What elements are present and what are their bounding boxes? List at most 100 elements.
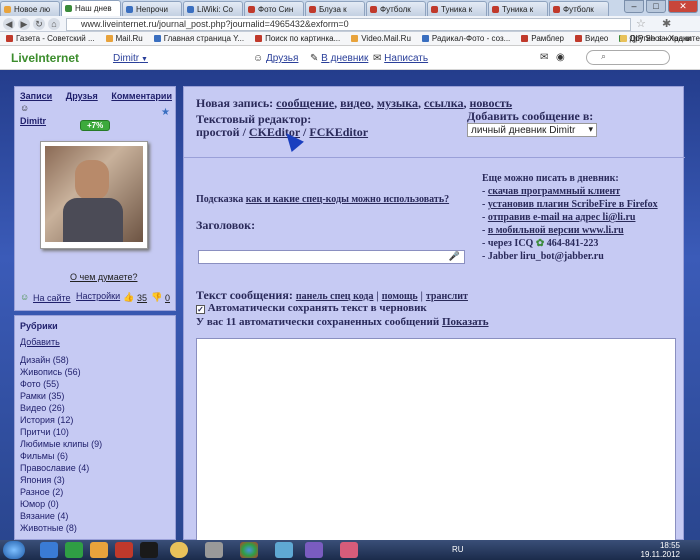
other-bookmarks[interactable]: Другие закладки	[614, 32, 696, 43]
eye-icon[interactable]: ◉	[556, 52, 565, 63]
rubric-item[interactable]: История (12)	[20, 414, 102, 426]
back-icon[interactable]: ◀	[3, 18, 15, 30]
mail-icon[interactable]: ✉	[540, 52, 548, 63]
clock[interactable]: 18:55 19.11.2012	[641, 541, 680, 559]
rubric-item[interactable]: Фильмы (6)	[20, 450, 102, 462]
bookmark-item[interactable]: Видео	[569, 32, 613, 45]
bookmark-item[interactable]: Video.Mail.Ru	[345, 32, 416, 45]
player-icon[interactable]	[115, 542, 133, 558]
autosave-checkbox[interactable]: ✓	[196, 305, 205, 314]
dislikes-count[interactable]: 0	[165, 293, 170, 303]
help-link[interactable]: помощь	[382, 291, 418, 302]
site-logo[interactable]: LiveInternet	[11, 51, 79, 65]
mail-agent-icon[interactable]	[275, 542, 293, 558]
rubric-item[interactable]: Притчи (10)	[20, 426, 102, 438]
media-icon[interactable]	[90, 542, 108, 558]
rubric-item[interactable]: Юмор (0)	[20, 498, 102, 510]
browser-tab[interactable]: Туника к	[427, 1, 487, 16]
browser-tab[interactable]: Наш днев	[61, 0, 121, 16]
reload-icon[interactable]: ↻	[33, 18, 45, 30]
start-button[interactable]	[3, 541, 25, 559]
rubric-item[interactable]: Рамки (35)	[20, 390, 102, 402]
type-message-link[interactable]: сообщение	[276, 96, 334, 110]
utorrent-icon[interactable]	[65, 542, 83, 558]
rubric-item[interactable]: Любимые клипы (9)	[20, 438, 102, 450]
minimize-button[interactable]: –	[624, 0, 644, 13]
thumbs-up-icon[interactable]: 👍	[123, 292, 134, 303]
friends-sidebar-link[interactable]: Друзья	[66, 91, 98, 101]
show-drafts-link[interactable]: Показать	[442, 316, 489, 328]
maximize-button[interactable]: □	[646, 0, 666, 13]
wrench-icon[interactable]: ✱	[662, 17, 671, 30]
posts-link[interactable]: Записи	[20, 91, 52, 101]
bookmark-item[interactable]: Радикал-Фото - соз...	[416, 32, 515, 45]
editor-fck-link[interactable]: FCKEditor	[309, 125, 368, 139]
browser-tab[interactable]: Блуза к	[305, 1, 365, 16]
diary-link[interactable]: ✎ В дневник	[310, 53, 368, 64]
alt-method-link[interactable]: в мобильной версии www.li.ru	[488, 225, 624, 236]
type-video-link[interactable]: видео	[340, 96, 371, 110]
thumbs-down-icon[interactable]: 👎	[151, 292, 162, 303]
bookmark-item[interactable]: Газета - Советский ...	[0, 32, 100, 45]
user-menu[interactable]: Dimitr	[113, 53, 148, 64]
browser-tab[interactable]: Футболк	[366, 1, 426, 16]
rubric-item[interactable]: Япония (3)	[20, 474, 102, 486]
bookmark-star-icon[interactable]: ☆	[636, 17, 646, 30]
rubric-item[interactable]: Вязание (4)	[20, 510, 102, 522]
write-link[interactable]: ✉ Написать	[373, 53, 428, 64]
rubric-item[interactable]: Православие (4)	[20, 462, 102, 474]
translit-link[interactable]: транслит	[426, 291, 468, 302]
bookmark-item[interactable]: Рамблер	[515, 32, 569, 45]
site-search-input[interactable]: ⌕	[586, 50, 670, 65]
explorer-icon[interactable]	[40, 542, 58, 558]
codes-panel-link[interactable]: панель спец кода	[296, 291, 374, 302]
browser-tab[interactable]: Фото Син	[244, 1, 304, 16]
microphone-icon[interactable]: 🎤	[449, 251, 460, 262]
comments-link[interactable]: Комментарии	[111, 91, 172, 101]
browser-tab[interactable]: LiWiki: Co	[183, 1, 243, 16]
type-link-link[interactable]: ссылка	[424, 96, 464, 110]
mood-link[interactable]: О чем думаете?	[70, 272, 137, 282]
forward-icon[interactable]: ▶	[18, 18, 30, 30]
type-news-link[interactable]: новость	[470, 96, 513, 110]
browser-tab[interactable]: Туника к	[488, 1, 548, 16]
url-input[interactable]: www.liveinternet.ru/journal_post.php?jou…	[66, 18, 631, 31]
favorite-star-icon[interactable]: ★	[161, 107, 170, 118]
language-indicator[interactable]: RU	[452, 545, 464, 554]
alt-method-link[interactable]: скачав программный клиент	[488, 186, 620, 197]
browser-tab[interactable]: Непрочи	[122, 1, 182, 16]
bookmark-item[interactable]: Главная страница Y...	[148, 32, 249, 45]
alt-method-link[interactable]: отправив e-mail на адрес li@li.ru	[488, 212, 636, 223]
rubric-item[interactable]: Живопись (56)	[20, 366, 102, 378]
rubric-item[interactable]: Дизайн (58)	[20, 354, 102, 366]
title-input[interactable]: 🎤	[198, 250, 465, 264]
add-rubric-link[interactable]: Добавить	[20, 337, 60, 347]
app3-icon[interactable]	[305, 542, 323, 558]
app-icon[interactable]	[140, 542, 158, 558]
alt-method-link[interactable]: установив плагин ScribeFire в Firefox	[488, 199, 658, 210]
rubric-item[interactable]: Фото (55)	[20, 378, 102, 390]
likes-count[interactable]: 35	[137, 293, 147, 303]
bookmark-item[interactable]: Mail.Ru	[100, 32, 148, 45]
editor-simple[interactable]: простой	[196, 125, 240, 139]
avatar[interactable]	[40, 141, 148, 249]
journal-select[interactable]: личный дневник Dimitr	[467, 123, 597, 137]
app2-icon[interactable]	[205, 542, 223, 558]
close-window-button[interactable]: ✕	[668, 0, 698, 13]
avast-icon[interactable]	[170, 542, 188, 558]
browser-tab[interactable]: Футболк	[549, 1, 609, 16]
online-status[interactable]: На сайте	[33, 293, 71, 303]
rubric-item[interactable]: Видео (26)	[20, 402, 102, 414]
settings-link[interactable]: Настройки	[76, 291, 120, 301]
rubric-item[interactable]: Разное (2)	[20, 486, 102, 498]
chrome-icon[interactable]	[240, 542, 258, 558]
home-icon[interactable]: ⌂	[48, 18, 60, 30]
bookmark-item[interactable]: Поиск по картинка...	[249, 32, 345, 45]
app4-icon[interactable]	[340, 542, 358, 558]
type-music-link[interactable]: музыка	[377, 96, 418, 110]
friends-link[interactable]: ☺ Друзья	[253, 53, 298, 64]
hint-link[interactable]: как и какие спец-коды можно использовать…	[246, 194, 449, 205]
browser-tab[interactable]: Новое лю	[0, 1, 60, 16]
profile-username[interactable]: Dimitr	[20, 116, 46, 126]
rubric-item[interactable]: Животные (8)	[20, 522, 102, 534]
